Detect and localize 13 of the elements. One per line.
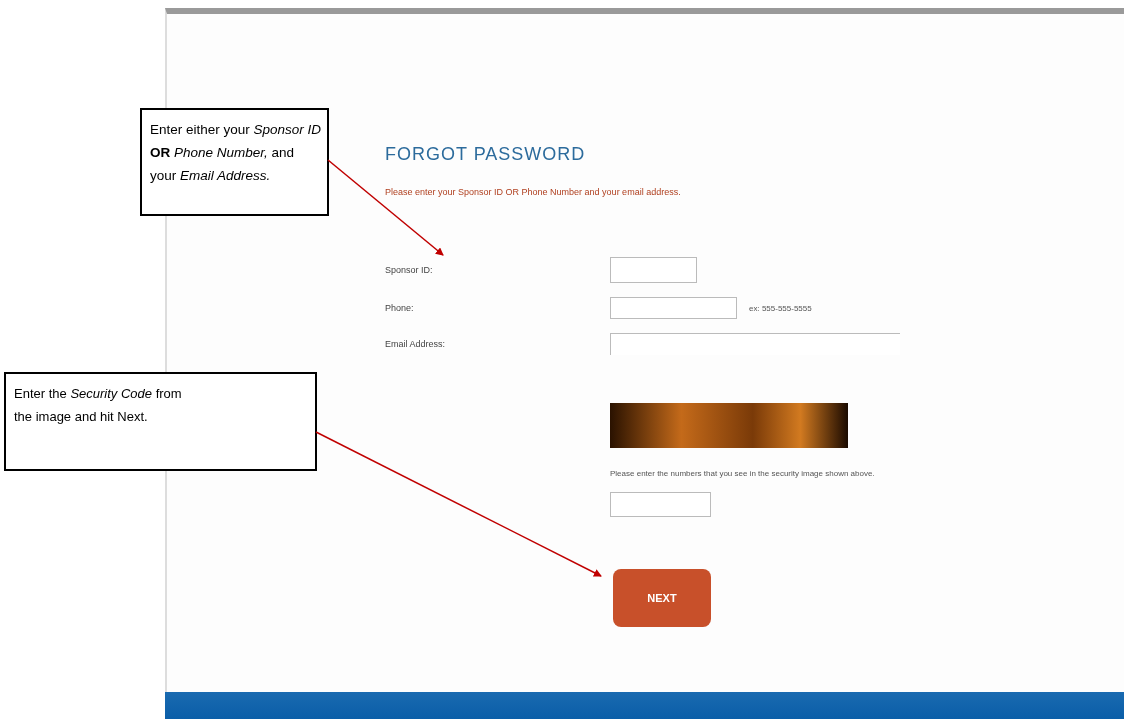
security-code-field[interactable] (610, 492, 711, 517)
captcha-instruction: Please enter the numbers that you see in the security image shown above. (610, 469, 875, 478)
field-label: Sponsor ID: (385, 265, 434, 275)
callout-box: Enter the Security Code from the image and hit Next. (4, 372, 317, 471)
field-label: Phone: (385, 303, 415, 313)
input-field[interactable] (610, 257, 697, 283)
callout-box: Enter either your Sponsor ID OR Phone Number, and your Email Address. (140, 108, 329, 216)
instruction-text: Please enter your Sponsor ID OR Phone Number and your email address. (385, 187, 682, 197)
page-title: FORGOT PASSWORD (385, 144, 587, 165)
field-label: Email Address: (385, 339, 447, 349)
next-button[interactable]: NEXT (613, 569, 711, 627)
input-field[interactable] (610, 297, 737, 319)
format-hint: ex: 555-555-5555 (749, 303, 812, 313)
